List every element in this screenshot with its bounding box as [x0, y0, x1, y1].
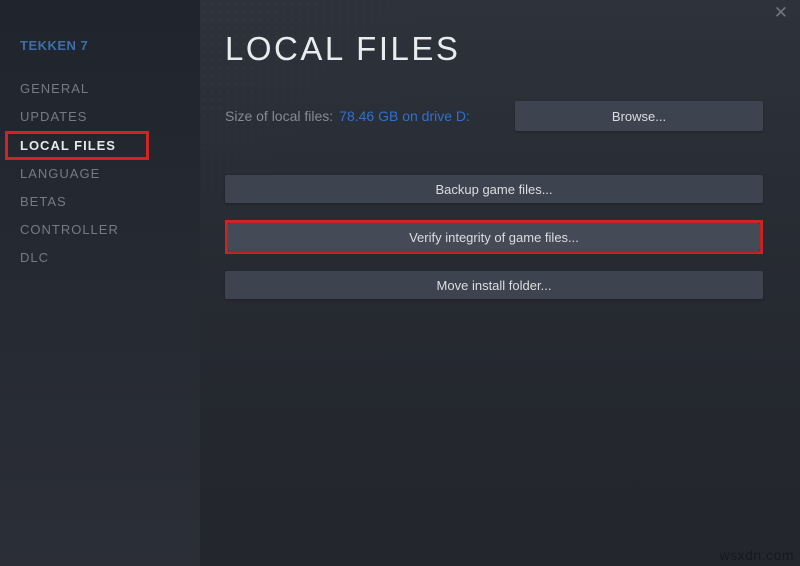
move-install-folder-button[interactable]: Move install folder... [225, 271, 763, 299]
watermark: wsxdn.com [719, 547, 794, 563]
page-title: LOCAL FILES [225, 30, 461, 67]
verify-integrity-button[interactable]: Verify integrity of game files... [228, 223, 760, 251]
sidebar-item-dlc[interactable]: DLC [20, 244, 200, 272]
size-label: Size of local files: [225, 108, 334, 124]
sidebar-item-local-files[interactable]: LOCAL FILES [5, 131, 149, 160]
verify-highlight-box: Verify integrity of game files... [225, 220, 763, 254]
sidebar-item-language[interactable]: LANGUAGE [20, 160, 200, 188]
local-files-content: LOCAL FILES Size of local files: 78.46 G… [200, 0, 800, 299]
main-panel: ✕ LOCAL FILES Size of local files: 78.46… [200, 0, 800, 566]
backup-game-files-button[interactable]: Backup game files... [225, 175, 763, 203]
sidebar-nav: GENERAL UPDATES LOCAL FILES LANGUAGE BET… [0, 75, 200, 272]
size-value: 78.46 GB on drive D: [339, 108, 470, 124]
sidebar-item-betas[interactable]: BETAS [20, 188, 200, 216]
browse-button[interactable]: Browse... [515, 101, 763, 131]
sidebar-item-general[interactable]: GENERAL [20, 75, 200, 103]
game-title: TEKKEN 7 [20, 38, 89, 53]
sidebar: TEKKEN 7 GENERAL UPDATES LOCAL FILES LAN… [0, 0, 200, 566]
sidebar-item-controller[interactable]: CONTROLLER [20, 216, 200, 244]
steam-game-properties-window: TEKKEN 7 GENERAL UPDATES LOCAL FILES LAN… [0, 0, 800, 566]
sidebar-item-updates[interactable]: UPDATES [20, 103, 200, 131]
size-of-local-files-row: Size of local files: 78.46 GB on drive D… [225, 101, 763, 131]
action-buttons: Backup game files... Verify integrity of… [225, 175, 763, 299]
